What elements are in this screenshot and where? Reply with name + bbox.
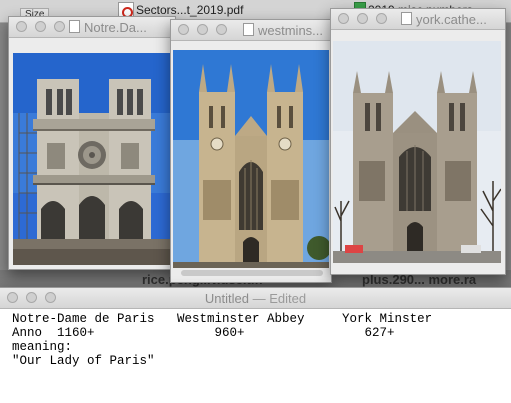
text-line[interactable]: Notre-Dame de Paris Westminster Abbey Yo… (12, 312, 511, 326)
title-separator: — (248, 291, 270, 306)
image-document-icon (243, 23, 254, 36)
document-title: Untitled (204, 291, 249, 306)
window-title: york.cathe... (416, 12, 487, 27)
zoom-button[interactable] (376, 13, 387, 24)
westminster-photo (173, 50, 329, 268)
close-button[interactable] (16, 21, 27, 32)
notre-dame-titlebar[interactable]: Notre.Da... (9, 17, 175, 38)
text-editor-title: Untitled — Edited (0, 291, 511, 306)
text-line[interactable]: "Our Lady of Paris" (12, 354, 511, 368)
minimize-button[interactable] (357, 13, 368, 24)
minimize-button[interactable] (197, 24, 208, 35)
text-editor-titlebar[interactable]: Untitled — Edited (0, 288, 511, 309)
notre-dame-photo (13, 53, 171, 265)
edited-status: Edited (269, 291, 307, 306)
close-button[interactable] (178, 24, 189, 35)
pdf-file-name[interactable]: Sectors...t_2019.pdf (136, 3, 243, 17)
zoom-button[interactable] (54, 21, 65, 32)
notre-dame-photo-frame (13, 53, 171, 265)
westminster-photo-frame (173, 50, 329, 268)
image-document-icon (69, 20, 80, 33)
york-minster-window[interactable]: york.cathe... (330, 8, 506, 275)
horizontal-scrollbar[interactable] (181, 270, 323, 276)
window-title: Notre.Da... (84, 20, 147, 35)
text-line[interactable]: meaning: (12, 340, 511, 354)
notre-dame-window[interactable]: Notre.Da... (8, 16, 176, 270)
text-editor-content[interactable]: Notre-Dame de Paris Westminster Abbey Yo… (0, 309, 511, 403)
minimize-button[interactable] (35, 21, 46, 32)
window-title: westmins... (258, 23, 324, 38)
image-document-icon (401, 12, 412, 25)
text-editor-window[interactable]: Untitled — Edited Notre-Dame de Paris We… (0, 287, 511, 403)
york-titlebar[interactable]: york.cathe... (331, 9, 505, 30)
westminster-titlebar[interactable]: westmins... (171, 20, 331, 41)
york-photo-frame (333, 41, 501, 263)
westminster-window[interactable]: westmins... (170, 19, 332, 283)
zoom-button[interactable] (216, 24, 227, 35)
york-minster-photo (333, 41, 501, 263)
close-button[interactable] (338, 13, 349, 24)
text-line[interactable]: Anno 1160+ 960+ 627+ (12, 326, 511, 340)
